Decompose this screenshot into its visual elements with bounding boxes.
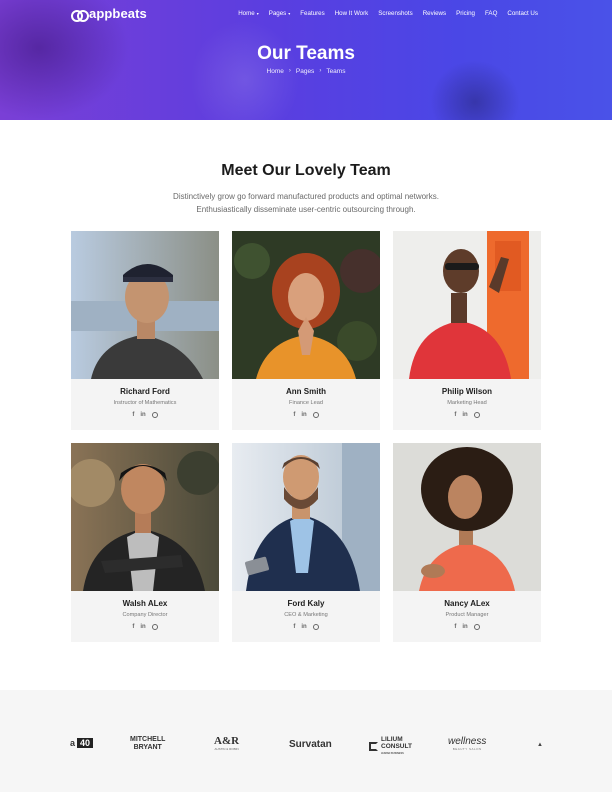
team-member-photo (71, 231, 219, 379)
nav-item-label: Home (238, 10, 255, 17)
team-member-name: Nancy ALex (444, 599, 490, 608)
team-member-photo (71, 443, 219, 591)
client-logo: a 40 (70, 738, 94, 748)
team-member-photo (232, 443, 380, 591)
linkedin-icon[interactable]: in (140, 624, 145, 631)
team-member-role: Marketing Head (447, 400, 487, 406)
brand-logo[interactable]: appbeats (71, 6, 147, 22)
client-logo-subtext: HUMAN BUSINESS (381, 752, 404, 755)
dribbble-icon[interactable] (312, 412, 319, 418)
team-member-name: Ford Kaly (287, 599, 325, 608)
client-logo-text: a (70, 738, 76, 748)
team-member-photo (232, 231, 380, 379)
chevron-down-icon: ▾ (256, 11, 259, 16)
client-logo: A&R AUSTIN & ROBIN (214, 735, 240, 752)
client-logo-text: BRYANT (133, 744, 162, 751)
main-menu: Home ▾ Pages ▾ Features How It Work Screen… (238, 10, 538, 17)
client-logo-text: 40 (77, 738, 94, 748)
nav-item-pages[interactable]: Pages ▾ (269, 10, 291, 17)
team-member-photo (393, 231, 541, 379)
linkedin-icon[interactable]: in (140, 412, 145, 419)
dribbble-icon[interactable] (473, 412, 480, 418)
client-logo: LILIUM CONSULT HUMAN BUSINESS (369, 736, 412, 757)
breadcrumb-current: Teams (326, 68, 346, 75)
client-logo-subtext: BEAUTY SALON (452, 747, 482, 751)
dribbble-icon[interactable] (473, 624, 480, 630)
team-card: Richard Ford Instructor of Mathematics f… (71, 231, 219, 430)
chevron-down-icon: ▾ (288, 11, 291, 16)
client-logo: Survatan (289, 739, 332, 750)
chevron-right-icon: › (319, 68, 322, 74)
logo-icon (71, 8, 89, 22)
dribbble-icon[interactable] (312, 624, 319, 630)
partial-logo-icon: ▲ (537, 742, 543, 748)
client-logo-subtext: AUSTIN & ROBIN (214, 747, 239, 751)
nav-item-pricing[interactable]: Pricing (456, 10, 475, 17)
section-description-line: Enthusiastically disseminate user-centri… (196, 205, 416, 214)
client-logos: a 40 MITCHELL BRYANT A&R AUSTIN & ROBIN … (0, 690, 612, 792)
team-member-name: Richard Ford (120, 387, 170, 396)
nav-item-how-it-work[interactable]: How It Work (335, 10, 369, 17)
team-card: Walsh ALex Company Director f in (71, 443, 219, 642)
hero-banner: appbeats Home ▾ Pages ▾ Features How It Wo… (0, 0, 612, 120)
client-logo-line: LILIUM (381, 736, 403, 743)
chevron-right-icon: › (288, 68, 291, 74)
dribbble-icon[interactable] (151, 412, 158, 418)
nav-item-faq[interactable]: FAQ (485, 10, 497, 17)
brand-name: appbeats (89, 6, 147, 21)
team-card: Ford Kaly CEO & Marketing f in (232, 443, 380, 642)
team-member-role: CEO & Marketing (284, 612, 328, 618)
nav-item-label: Pages (268, 10, 287, 17)
team-card: Philip Wilson Marketing Head f in (393, 231, 541, 430)
social-links: f in (393, 412, 541, 419)
client-logo-text: wellness (448, 736, 487, 747)
nav-item-features[interactable]: Features (300, 10, 324, 17)
client-logo-text: LILIUM CONSULT HUMAN BUSINESS (381, 736, 412, 757)
linkedin-icon[interactable]: in (301, 624, 306, 631)
social-links: f in (71, 624, 219, 631)
client-logo-text: A&R (214, 735, 240, 747)
linkedin-icon[interactable]: in (462, 624, 467, 631)
facebook-icon[interactable]: f (132, 412, 134, 419)
facebook-icon[interactable]: f (454, 412, 456, 419)
nav-item-home[interactable]: Home ▾ (238, 10, 259, 17)
client-logo: MITCHELL BRYANT (130, 736, 165, 752)
social-links: f in (232, 412, 380, 419)
linkedin-icon[interactable]: in (301, 412, 306, 419)
section-description-line: Distinctively grow go forward manufactur… (173, 192, 439, 201)
social-links: f in (232, 624, 380, 631)
social-links: f in (71, 412, 219, 419)
client-logo-text: MITCHELL (130, 736, 166, 743)
nav-item-screenshots[interactable]: Screenshots (378, 10, 412, 17)
facebook-icon[interactable]: f (293, 624, 295, 631)
team-card: Ann Smith Finance Lead f in (232, 231, 380, 430)
facebook-icon[interactable]: f (293, 412, 295, 419)
team-member-role: Product Manager (445, 612, 489, 618)
client-logo: wellness BEAUTY SALON (448, 736, 486, 751)
client-logo-line: CONSULT (381, 743, 412, 750)
linkedin-icon[interactable]: in (462, 412, 467, 419)
breadcrumb-home[interactable]: Home (267, 68, 284, 75)
nav-item-contact[interactable]: Contact Us (507, 10, 538, 17)
lilium-mark-icon (369, 742, 378, 751)
section-title: Meet Our Lovely Team (221, 162, 391, 179)
facebook-icon[interactable]: f (132, 624, 134, 631)
top-navigation: appbeats Home ▾ Pages ▾ Features How It Wo… (0, 0, 612, 28)
section-description: Distinctively grow go forward manufactur… (0, 190, 612, 216)
facebook-icon[interactable]: f (454, 624, 456, 631)
page-title: Our Teams (257, 43, 355, 64)
team-member-role: Company Director (122, 612, 168, 618)
team-member-name: Walsh ALex (122, 599, 168, 608)
dribbble-icon[interactable] (151, 624, 158, 630)
social-links: f in (393, 624, 541, 631)
team-member-name: Ann Smith (286, 387, 326, 396)
team-member-photo (393, 443, 541, 591)
breadcrumb: Home › Pages › Teams (0, 68, 612, 75)
team-card: Nancy ALex Product Manager f in (393, 443, 541, 642)
breadcrumb-pages[interactable]: Pages (296, 68, 314, 75)
team-member-name: Philip Wilson (441, 387, 493, 396)
team-member-role: Instructor of Mathematics (113, 400, 177, 406)
nav-item-reviews[interactable]: Reviews (423, 10, 446, 17)
team-member-role: Finance Lead (289, 400, 323, 406)
